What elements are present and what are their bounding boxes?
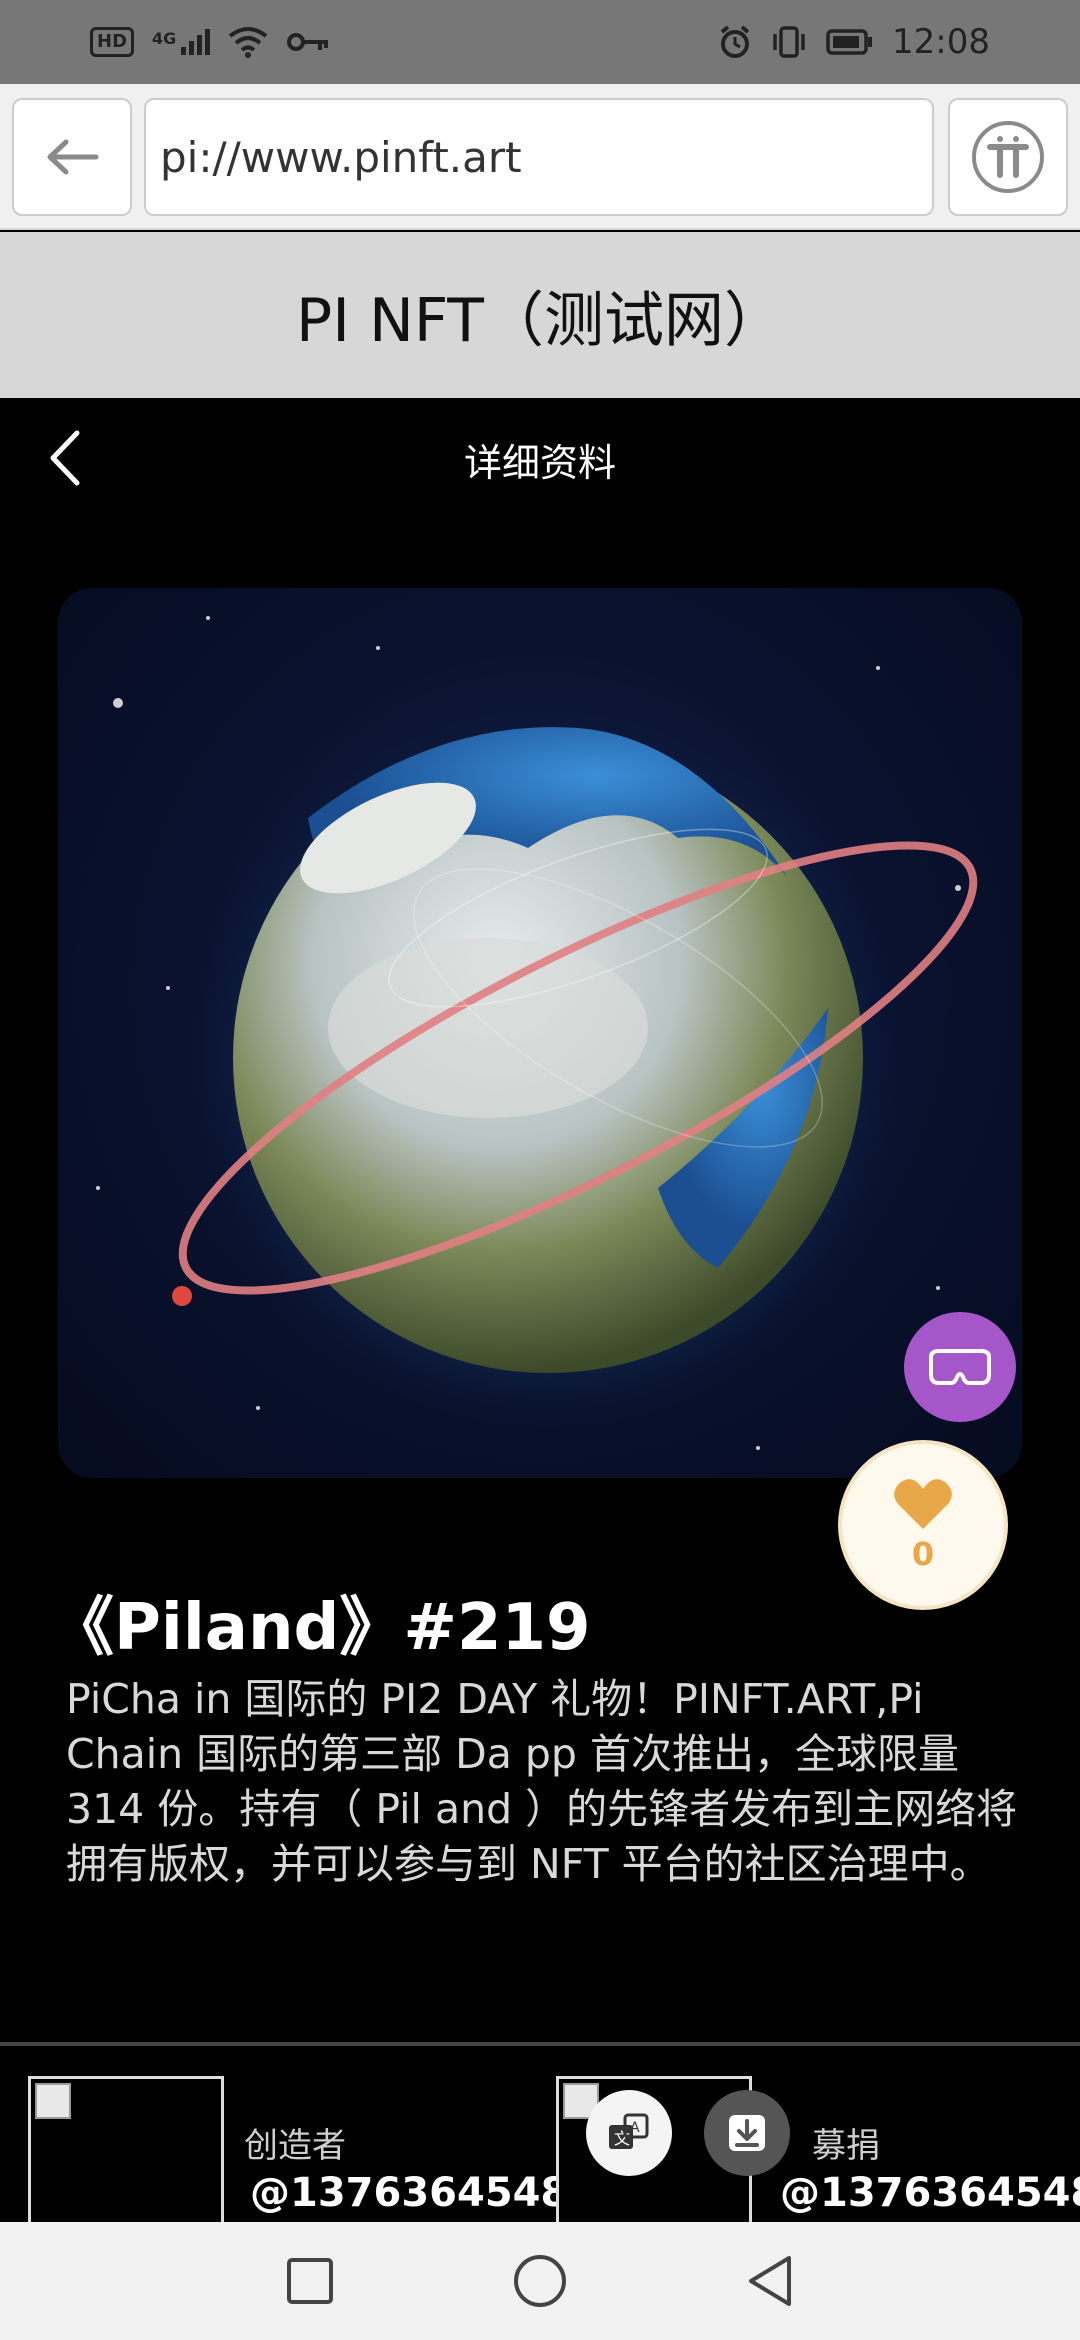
translate-button[interactable]: 文 A bbox=[586, 2090, 672, 2176]
vr-headset-icon bbox=[929, 1349, 991, 1385]
nft-title: 《Piland》#219 bbox=[50, 1591, 591, 1665]
site-title: PI NFT（测试网） bbox=[296, 285, 784, 356]
recent-apps-button[interactable] bbox=[275, 2246, 345, 2316]
signal-icon: 4G bbox=[152, 29, 211, 55]
broken-image-icon bbox=[35, 2083, 71, 2119]
battery-icon bbox=[826, 29, 873, 55]
browser-toolbar: pi://www.pinft.art bbox=[0, 84, 1080, 230]
status-time: 12:08 bbox=[892, 22, 990, 62]
recent-apps-icon bbox=[287, 2258, 333, 2304]
planet-artwork bbox=[96, 616, 978, 1450]
pi-logo-icon bbox=[972, 121, 1044, 193]
url-field[interactable]: pi://www.pinft.art bbox=[144, 98, 934, 216]
nft-artwork bbox=[58, 588, 1022, 1478]
vibrate-icon bbox=[773, 26, 805, 58]
fundraise-label: 募捐 bbox=[812, 2126, 880, 2166]
creator-value[interactable]: @13763645485 bbox=[250, 2170, 596, 2216]
creator-label: 创造者 bbox=[244, 2126, 346, 2166]
system-nav-bar bbox=[0, 2222, 1080, 2340]
svg-text:A: A bbox=[630, 2120, 640, 2136]
translate-icon: 文 A bbox=[609, 2113, 649, 2149]
home-button[interactable] bbox=[505, 2246, 575, 2316]
detail-title: 详细资料 bbox=[463, 441, 616, 485]
url-text: pi://www.pinft.art bbox=[160, 132, 522, 182]
fundraise-value[interactable]: @13763645485 bbox=[780, 2170, 1080, 2216]
like-count: 0 bbox=[911, 1535, 935, 1573]
wifi-icon bbox=[229, 27, 268, 58]
status-left: HD 4G bbox=[90, 26, 330, 58]
info-strip: 创造者 @13763645485 募捐 @13763645485 文 A bbox=[0, 2046, 1080, 2222]
status-right: 12:08 bbox=[718, 22, 990, 62]
like-button[interactable]: 0 bbox=[838, 1440, 1008, 1610]
home-icon bbox=[514, 2255, 566, 2307]
svg-text:文: 文 bbox=[614, 2129, 630, 2148]
pi-browser-button[interactable] bbox=[948, 98, 1068, 216]
creator-avatar[interactable] bbox=[28, 2076, 224, 2222]
heart-icon bbox=[894, 1479, 952, 1529]
hd-badge: HD bbox=[90, 27, 135, 57]
status-bar: HD 4G 12:08 bbox=[0, 0, 1080, 84]
network-type-label: 4G bbox=[152, 29, 177, 48]
detail-header: 详细资料 bbox=[0, 398, 1080, 518]
nav-back-icon bbox=[749, 2256, 791, 2306]
download-button[interactable] bbox=[704, 2090, 790, 2176]
browser-back-button[interactable] bbox=[12, 98, 132, 216]
download-icon bbox=[729, 2115, 765, 2151]
vr-view-button[interactable] bbox=[904, 1312, 1016, 1422]
site-title-bar: PI NFT（测试网） bbox=[0, 232, 1080, 398]
nft-description: PiCha in 国际的 PI2 DAY 礼物！PINFT.ART,Pi Cha… bbox=[66, 1675, 1018, 1888]
nav-back-button[interactable] bbox=[735, 2246, 805, 2316]
key-icon bbox=[287, 33, 329, 51]
alarm-icon bbox=[720, 25, 750, 58]
back-arrow-icon bbox=[47, 139, 99, 175]
